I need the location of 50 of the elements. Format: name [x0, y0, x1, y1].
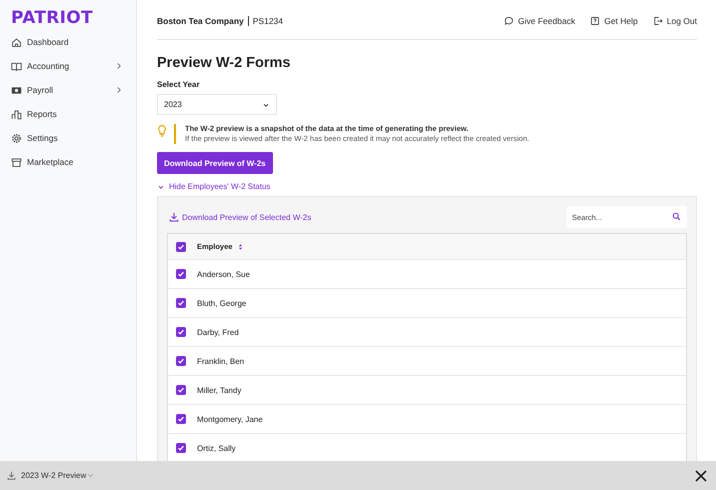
page-title: Preview W-2 Forms: [157, 55, 292, 71]
logout-icon: [652, 16, 663, 26]
checkbox[interactable]: [176, 385, 186, 395]
download-preview-button[interactable]: Download Preview of W-2s: [157, 152, 273, 174]
download-icon: [7, 471, 16, 480]
banknote-icon: [11, 84, 22, 96]
checkbox[interactable]: [176, 327, 186, 337]
year-select[interactable]: 2023: [157, 94, 277, 115]
employee-name: Bluth, George: [197, 298, 246, 308]
employee-name: Miller, Tandy: [197, 386, 242, 394]
field-label: Select Year: [157, 80, 201, 89]
help-icon: [590, 16, 600, 26]
account-id: PS1234: [252, 16, 283, 26]
storefront-icon: [11, 156, 22, 168]
sidebar-item[interactable]: Dashboard: [0, 30, 136, 54]
settings-icon: [11, 132, 22, 144]
sidebar-item[interactable]: Marketplace: [0, 150, 136, 174]
sidebar-item[interactable]: Accounting: [0, 54, 136, 78]
toggle-link[interactable]: Hide Employees' W-2 Status: [157, 182, 270, 191]
sidebar-item[interactable]: Settings: [0, 126, 136, 150]
bar-chart-icon: [11, 108, 22, 120]
header-link[interactable]: Get Help: [590, 16, 638, 26]
employee-name: Anderson, Sue: [197, 270, 250, 278]
checkbox[interactable]: [176, 269, 186, 279]
house-icon: [11, 36, 22, 48]
header-link[interactable]: Give Feedback: [504, 16, 576, 26]
checkbox[interactable]: [176, 356, 186, 366]
sidebar-item[interactable]: Reports: [0, 102, 136, 126]
download-item[interactable]: 2023 W-2 Preview: [7, 471, 100, 480]
search-icon: [672, 212, 681, 221]
employee-name: Ortiz, Sally: [197, 444, 236, 452]
company-name: Boston Tea Company: [157, 16, 249, 26]
checkbox[interactable]: [176, 242, 186, 252]
file-name: 2023 W-2 Preview: [21, 471, 86, 480]
download-icon: [169, 212, 179, 222]
employee-name: Montgomery, Jane: [197, 414, 263, 424]
logo[interactable]: PATRIOT: [0, 0, 93, 30]
employee-name: Darby, Fred: [197, 328, 239, 336]
header-link[interactable]: Log Out: [652, 16, 697, 26]
employee-name: Franklin, Ben: [197, 356, 244, 366]
book-icon: [11, 60, 22, 72]
checkbox[interactable]: [176, 298, 186, 308]
sort-icon[interactable]: [238, 242, 244, 250]
close-button[interactable]: [695, 470, 707, 482]
speech-bubble-icon: [504, 16, 514, 26]
checkbox[interactable]: [176, 443, 186, 453]
lightbulb-icon: [157, 124, 167, 138]
sidebar-item[interactable]: Payroll: [0, 78, 136, 102]
download-selected-link[interactable]: Download Preview of Selected W-2s: [169, 212, 312, 222]
checkbox[interactable]: [176, 414, 186, 424]
